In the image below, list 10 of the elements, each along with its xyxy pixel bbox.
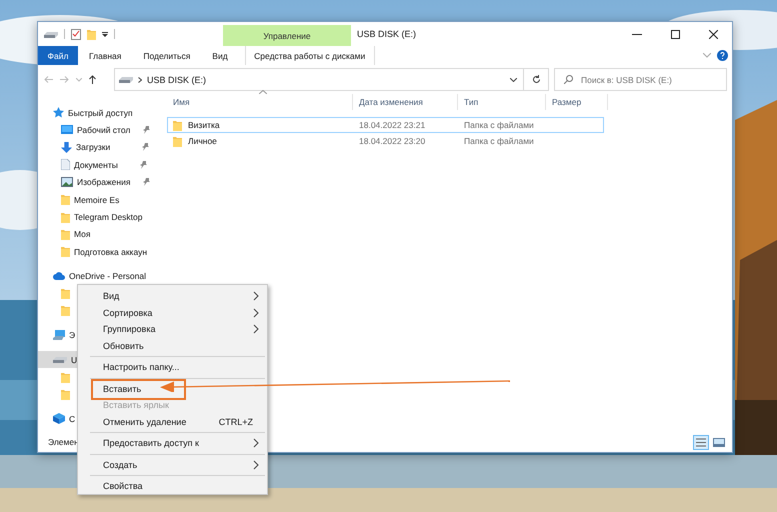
shortcut-text: CTRL+Z: [218, 416, 253, 427]
ribbon-context-header: Управление: [223, 25, 351, 46]
file-name: Визитка: [188, 120, 220, 130]
file-date: 18.04.2022 23:21: [359, 120, 426, 130]
file-type: Папка с файлами: [464, 120, 534, 130]
window-title: USB DISK (E:): [356, 28, 418, 41]
file-date: 18.04.2022 23:20: [359, 136, 426, 146]
file-name: Личное: [188, 136, 217, 146]
status-text: Элемен: [48, 437, 79, 447]
file-type: Папка с файлами: [464, 136, 534, 146]
